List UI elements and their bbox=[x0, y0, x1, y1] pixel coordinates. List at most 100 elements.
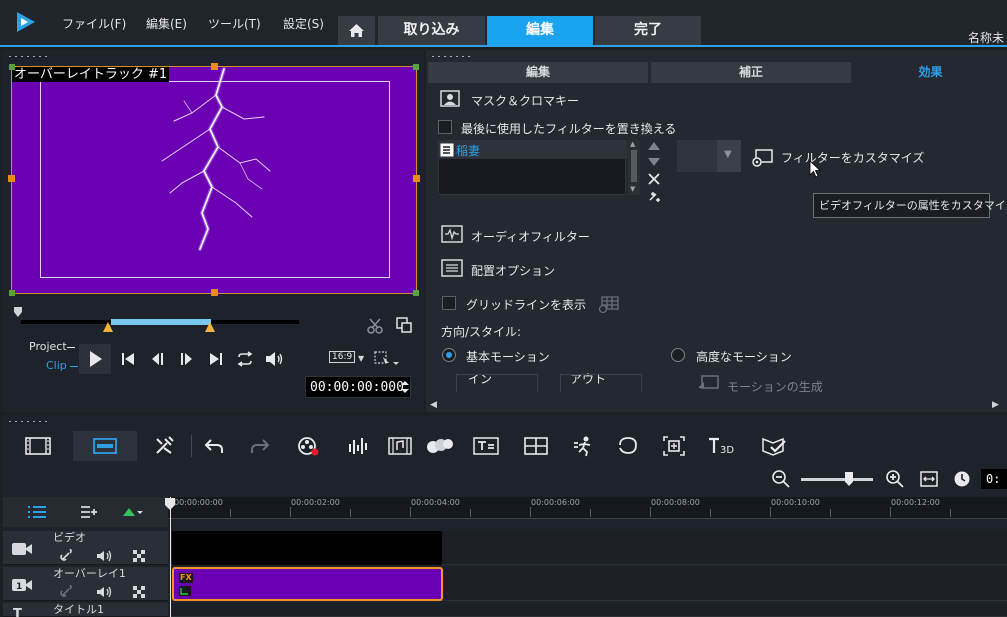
auto-music-button[interactable] bbox=[385, 431, 415, 461]
home-start-button[interactable] bbox=[119, 350, 137, 368]
undo-button[interactable] bbox=[199, 431, 229, 461]
multi-camera-button[interactable] bbox=[425, 431, 455, 461]
storyboard-view-button[interactable] bbox=[23, 431, 53, 461]
scroll-right-icon[interactable]: ▶ bbox=[992, 400, 999, 410]
resize-handle[interactable] bbox=[211, 289, 218, 296]
split-screen-button[interactable] bbox=[521, 431, 551, 461]
enlarge-preview-icon[interactable] bbox=[395, 316, 413, 334]
next-frame-button[interactable] bbox=[177, 350, 195, 368]
zoom-out-icon[interactable] bbox=[771, 469, 791, 489]
tab-effect[interactable]: 効果 bbox=[854, 62, 1007, 83]
timecode-display[interactable]: 00:00:00:000 bbox=[305, 376, 411, 398]
reset-filters-icon[interactable] bbox=[647, 190, 663, 204]
tools-button[interactable] bbox=[149, 431, 179, 461]
replace-filter-checkbox[interactable] bbox=[438, 120, 452, 134]
split-clip-icon[interactable] bbox=[365, 316, 385, 336]
move-up-icon[interactable] bbox=[646, 140, 662, 152]
move-down-icon[interactable] bbox=[646, 156, 662, 168]
customize-filter-icon[interactable] bbox=[750, 148, 774, 168]
motion-tracking-button[interactable] bbox=[569, 431, 599, 461]
filter-list-scrollbar[interactable]: ▲ ▼ bbox=[628, 140, 640, 195]
mask-chroma-icon[interactable] bbox=[439, 90, 461, 108]
mask-chroma-button[interactable]: マスク＆クロマキー bbox=[471, 92, 579, 109]
tab-capture[interactable]: 取り込み bbox=[378, 16, 485, 45]
home-tab[interactable] bbox=[338, 16, 375, 45]
video-clip[interactable] bbox=[172, 531, 442, 565]
customize-filter-button[interactable]: フィルターをカスタマイズ bbox=[781, 149, 924, 166]
track-header-video[interactable]: ビデオ bbox=[3, 531, 168, 565]
link-icon[interactable] bbox=[59, 549, 77, 563]
track-lane-title[interactable] bbox=[170, 603, 1007, 617]
end-button[interactable] bbox=[207, 350, 225, 368]
timeline-ruler[interactable]: 00:00:00:00 00:00:02:00 00:00:04:00 00:0… bbox=[168, 497, 1007, 519]
zoom-slider-thumb[interactable] bbox=[845, 472, 853, 486]
mask-creator-button[interactable] bbox=[613, 431, 643, 461]
basic-motion-radio[interactable] bbox=[442, 348, 456, 362]
zoom-in-icon[interactable] bbox=[885, 469, 905, 489]
resize-handle[interactable] bbox=[9, 290, 15, 296]
preview-screen[interactable]: オーバーレイトラック #1 bbox=[8, 63, 420, 296]
resize-handle[interactable] bbox=[413, 64, 419, 70]
resize-handle[interactable] bbox=[413, 290, 419, 296]
scrubber-pin-icon[interactable] bbox=[13, 306, 23, 318]
panel-grip[interactable] bbox=[430, 55, 474, 58]
panel-grip[interactable] bbox=[7, 420, 51, 423]
tab-edit[interactable]: 編集 bbox=[487, 16, 593, 45]
play-button[interactable] bbox=[79, 344, 111, 374]
fit-project-icon[interactable] bbox=[919, 470, 939, 488]
gridlines-checkbox[interactable] bbox=[442, 296, 456, 310]
resize-handle[interactable] bbox=[211, 63, 218, 70]
title-editor-button[interactable] bbox=[471, 431, 501, 461]
advanced-motion-radio[interactable] bbox=[671, 348, 685, 362]
tab-edit-options[interactable]: 編集 bbox=[428, 62, 648, 83]
grid-settings-icon[interactable] bbox=[598, 294, 622, 314]
volume-icon[interactable] bbox=[95, 549, 115, 563]
redo-button[interactable] bbox=[245, 431, 275, 461]
menu-edit[interactable]: 編集(E) bbox=[146, 15, 187, 32]
menu-settings[interactable]: 設定(S) bbox=[283, 15, 324, 32]
audio-filter-button[interactable]: オーディオフィルター bbox=[471, 228, 590, 245]
add-track-icon[interactable] bbox=[79, 505, 99, 519]
link-icon[interactable] bbox=[59, 585, 77, 599]
record-capture-button[interactable] bbox=[293, 431, 323, 461]
track-manager-icon[interactable] bbox=[27, 505, 47, 519]
track-header-overlay[interactable]: 1 オーバーレイ1 bbox=[3, 567, 168, 601]
ripple-edit-icon[interactable] bbox=[121, 505, 143, 519]
resize-handle[interactable] bbox=[9, 64, 15, 70]
resize-handle[interactable] bbox=[413, 175, 420, 182]
sound-mixer-button[interactable] bbox=[343, 431, 373, 461]
filter-list[interactable]: 稲妻 bbox=[438, 140, 627, 195]
menu-tools[interactable]: ツール(T) bbox=[208, 15, 261, 32]
repeat-icon[interactable] bbox=[235, 350, 255, 368]
pan-zoom-button[interactable] bbox=[659, 431, 689, 461]
timeline-view-button[interactable] bbox=[73, 431, 137, 461]
previous-frame-button[interactable] bbox=[149, 350, 167, 368]
volume-icon[interactable] bbox=[95, 585, 115, 599]
selection-tool-icon[interactable] bbox=[373, 350, 401, 368]
resize-handle[interactable] bbox=[8, 175, 15, 182]
tab-share[interactable]: 完了 bbox=[595, 16, 701, 45]
generate-motion-button[interactable]: モーションの生成 bbox=[727, 378, 823, 395]
mark-out-handle[interactable] bbox=[205, 322, 215, 332]
scroll-left-icon[interactable]: ◀ bbox=[430, 400, 437, 410]
zoom-slider[interactable] bbox=[801, 478, 873, 481]
transparency-icon[interactable] bbox=[133, 550, 146, 563]
generate-motion-icon[interactable] bbox=[696, 374, 722, 392]
volume-icon[interactable] bbox=[263, 350, 285, 368]
overlay-clip[interactable]: FX bbox=[172, 567, 443, 601]
placement-icon[interactable] bbox=[441, 259, 463, 277]
project-mode-label[interactable]: Project bbox=[29, 340, 67, 353]
3d-title-editor-button[interactable]: 3D bbox=[707, 431, 737, 461]
placement-options-button[interactable]: 配置オプション bbox=[471, 262, 555, 279]
clip-mode-label[interactable]: Clip bbox=[46, 359, 67, 372]
tab-correct[interactable]: 補正 bbox=[651, 62, 851, 83]
track-header-title[interactable]: T タイトル1 bbox=[3, 603, 168, 617]
aspect-ratio-selector[interactable]: 16:9 bbox=[329, 351, 356, 363]
audio-filter-icon[interactable] bbox=[441, 225, 463, 243]
preset-dropdown[interactable]: ▼ bbox=[677, 140, 741, 172]
delete-filter-icon[interactable] bbox=[647, 172, 661, 186]
transparency-icon[interactable] bbox=[133, 586, 146, 599]
mark-in-handle[interactable] bbox=[103, 322, 113, 332]
menu-file[interactable]: ファイル(F) bbox=[62, 15, 126, 32]
list-item[interactable]: 稲妻 bbox=[439, 141, 627, 159]
